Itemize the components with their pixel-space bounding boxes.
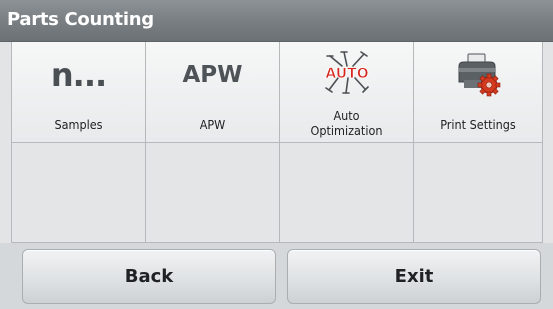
apw-tile[interactable]: APW APW bbox=[146, 42, 280, 143]
empty-tile bbox=[414, 143, 542, 243]
apw-label: APW bbox=[199, 117, 226, 132]
parts-counting-screen: Parts Counting n... Samples APW APW AUTO… bbox=[0, 0, 553, 309]
page-title: Parts Counting bbox=[7, 9, 154, 30]
print-settings-tile[interactable]: Print Settings bbox=[414, 42, 542, 143]
sample-count-icon: n... bbox=[50, 56, 107, 94]
printer-gear-icon bbox=[458, 53, 501, 97]
auto-optimization-tile[interactable]: AUTO Auto Optimization bbox=[280, 42, 414, 143]
menu-grid: n... Samples APW APW AUTO Auto Optimizat bbox=[11, 42, 543, 243]
back-button[interactable]: Back bbox=[22, 249, 276, 304]
empty-tile bbox=[280, 143, 414, 243]
print-settings-label: Print Settings bbox=[440, 117, 516, 132]
bottom-bar: Back Exit bbox=[0, 243, 553, 309]
auto-optimization-label: Auto Optimization bbox=[310, 108, 383, 138]
samples-tile[interactable]: n... Samples bbox=[12, 42, 146, 143]
samples-label: Samples bbox=[54, 117, 103, 132]
empty-tile bbox=[146, 143, 280, 243]
apw-icon: APW bbox=[182, 62, 243, 88]
auto-optimization-icon: AUTO bbox=[324, 51, 369, 94]
empty-tile bbox=[12, 143, 146, 243]
svg-text:AUTO: AUTO bbox=[325, 66, 368, 82]
title-bar: Parts Counting bbox=[0, 0, 553, 42]
exit-button[interactable]: Exit bbox=[287, 249, 541, 304]
